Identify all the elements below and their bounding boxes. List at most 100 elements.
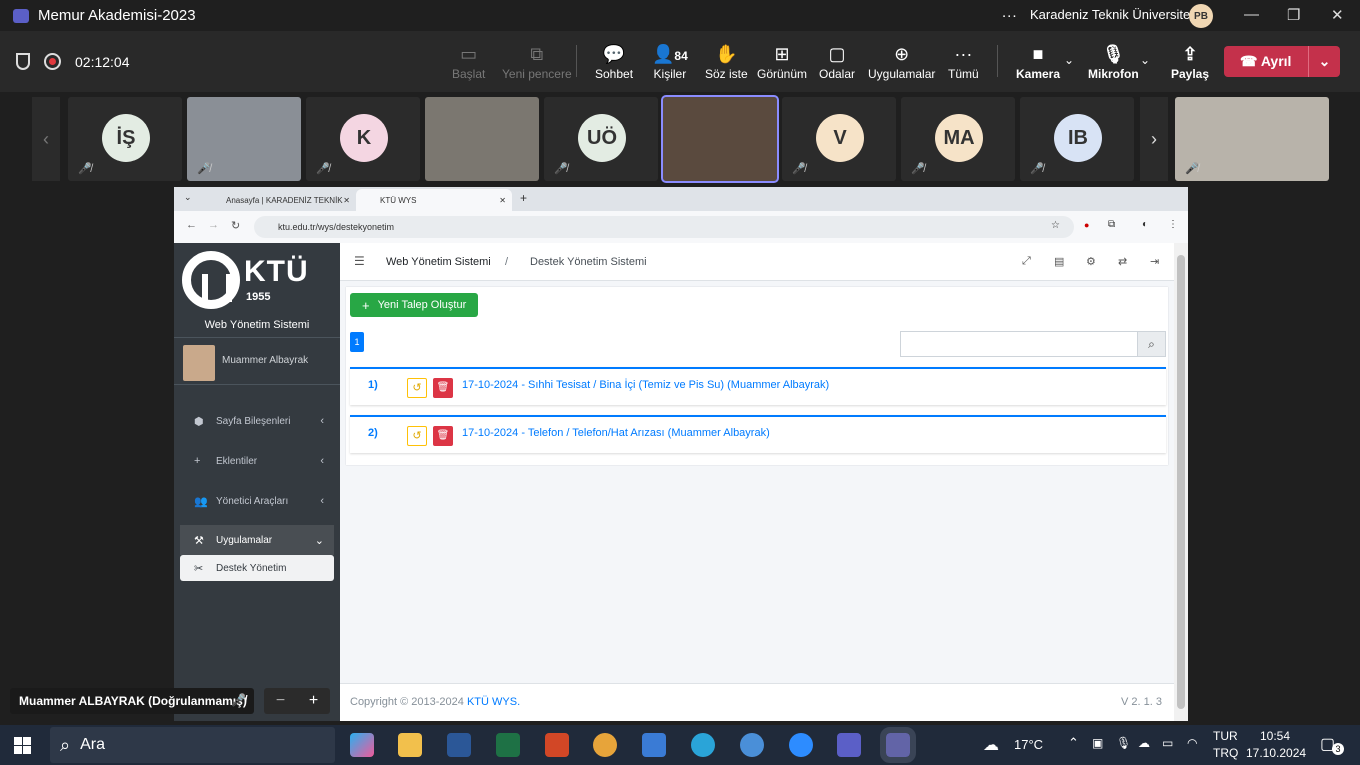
taskbar-search[interactable]: ⌕ Ara xyxy=(50,727,335,763)
more-options-button[interactable]: ... xyxy=(1002,4,1018,21)
wifi-icon[interactable]: ◠ xyxy=(1187,736,1197,750)
chrome-icon[interactable] xyxy=(593,733,617,757)
zoom-app-icon[interactable] xyxy=(789,733,813,757)
mail-icon[interactable] xyxy=(642,733,666,757)
menu-item-sayfa-bilesenleri[interactable]: ⬢ Sayfa Bileşenleri ‹ xyxy=(180,406,334,436)
panel-icon[interactable]: ▤ xyxy=(1054,255,1064,268)
raise-hand-button[interactable]: ✋ Söz iste xyxy=(705,43,748,81)
restore-button[interactable]: ❐ xyxy=(1287,6,1300,24)
camera-button[interactable]: ■ Kamera xyxy=(1016,43,1060,81)
participant-tile[interactable]: İŞ 🎤̸ xyxy=(68,97,182,181)
zoom-out-button[interactable]: − xyxy=(276,692,285,710)
menu-item-eklentiler[interactable]: + Eklentiler ‹ xyxy=(180,446,334,476)
leave-button[interactable]: ☎ Ayrıl ⌄ xyxy=(1224,46,1340,77)
file-explorer-icon[interactable] xyxy=(398,733,422,757)
powerpoint-icon[interactable] xyxy=(545,733,569,757)
extension-icon[interactable]: ● xyxy=(1084,220,1089,230)
clock-time[interactable]: 10:54 xyxy=(1260,729,1290,743)
ticket-link[interactable]: 17-10-2024 - Sıhhi Tesisat / Bina İçi (T… xyxy=(462,379,829,391)
people-button[interactable]: 👤84 Kişiler xyxy=(652,43,688,81)
input-language[interactable]: TUR xyxy=(1213,729,1238,743)
user-panel[interactable]: Muammer Albayrak xyxy=(174,337,340,385)
fullscreen-icon[interactable]: ⤢ xyxy=(1022,255,1031,268)
leave-options-chevron-icon[interactable]: ⌄ xyxy=(1308,46,1340,77)
participant-tile[interactable]: V 🎤̸ xyxy=(782,97,896,181)
mic-tray-icon[interactable]: 🎙 xyxy=(1116,736,1131,750)
teams-active-icon[interactable] xyxy=(880,727,916,763)
mic-options-chevron-icon[interactable]: ⌄ xyxy=(1140,53,1150,67)
calculator-icon[interactable] xyxy=(740,733,764,757)
weather-icon[interactable]: ☁ xyxy=(983,735,999,755)
organization-name[interactable]: Karadeniz Teknik Üniversitesi xyxy=(1030,7,1200,22)
active-speaker-video-tile[interactable] xyxy=(661,95,779,183)
profile-icon[interactable]: ◐ xyxy=(1142,219,1148,230)
ktu-logo[interactable]: KTÜ 1955 xyxy=(182,251,322,311)
copyright-link[interactable]: KTÜ WYS. xyxy=(467,696,520,708)
ticket-row[interactable]: 2) ↺ 🗑 17-10-2024 - Telefon / Telefon/Ha… xyxy=(350,415,1166,453)
reload-icon[interactable]: ↻ xyxy=(231,219,240,232)
more-actions-button[interactable]: ··· Tümü xyxy=(948,43,979,81)
strip-next-arrow-icon[interactable]: › xyxy=(1140,97,1168,181)
ticket-link[interactable]: 17-10-2024 - Telefon / Telefon/Hat Arıza… xyxy=(462,427,770,439)
participant-tile[interactable]: MA 🎤̸ xyxy=(901,97,1015,181)
input-method[interactable]: TRQ xyxy=(1213,746,1238,760)
forward-arrow-icon[interactable]: → xyxy=(208,219,219,231)
extensions-puzzle-icon[interactable]: ⧉ xyxy=(1108,219,1115,230)
edge-icon[interactable] xyxy=(691,733,715,757)
menu-item-destek-yonetim[interactable]: ✂ Destek Yönetim xyxy=(180,555,334,581)
back-arrow-icon[interactable]: ← xyxy=(186,219,197,231)
switch-icon[interactable]: ⇄ xyxy=(1118,255,1127,268)
microphone-button[interactable]: 🎙 Mikrofon xyxy=(1088,43,1139,81)
close-window-button[interactable]: ✕ xyxy=(1331,6,1344,24)
new-window-button[interactable]: ⧉ Yeni pencere xyxy=(502,43,572,81)
view-button[interactable]: ⊞ Görünüm xyxy=(757,43,807,81)
windows-start-icon[interactable] xyxy=(14,737,31,754)
address-bar[interactable]: ktu.edu.tr/wys/destekyonetim xyxy=(254,216,1074,238)
account-avatar[interactable]: PB xyxy=(1189,4,1213,28)
browser-menu-icon[interactable]: ⋮ xyxy=(1168,219,1178,230)
camera-options-chevron-icon[interactable]: ⌄ xyxy=(1064,53,1074,67)
start-button[interactable]: ▭ Başlat xyxy=(452,43,485,81)
tray-chevron-up-icon[interactable]: ⌃ xyxy=(1068,735,1079,751)
battery-icon[interactable]: ▭ xyxy=(1162,736,1173,750)
copilot-icon[interactable] xyxy=(350,733,374,757)
hamburger-menu-icon[interactable]: ☰ xyxy=(354,254,365,268)
word-icon[interactable] xyxy=(447,733,471,757)
strip-prev-arrow-icon[interactable]: ‹ xyxy=(32,97,60,181)
excel-icon[interactable] xyxy=(496,733,520,757)
participant-tile[interactable]: UÖ 🎤̸ xyxy=(544,97,658,181)
pagination-page[interactable]: 1 xyxy=(350,332,364,352)
search-icon[interactable]: ⌕ xyxy=(1137,332,1165,356)
weather-temp[interactable]: 17°C xyxy=(1014,737,1043,752)
minimize-button[interactable]: — xyxy=(1244,6,1259,23)
logout-icon[interactable]: ⇥ xyxy=(1150,255,1159,268)
bookmark-star-icon[interactable]: ☆ xyxy=(1051,220,1060,231)
participant-tile[interactable]: K 🎤̸ xyxy=(306,97,420,181)
trash-icon[interactable]: 🗑 xyxy=(433,378,453,398)
cloud-sync-icon[interactable]: ☁ xyxy=(1138,736,1150,750)
ticket-row[interactable]: 1) ↺ 🗑 17-10-2024 - Sıhhi Tesisat / Bina… xyxy=(350,367,1166,405)
undo-icon[interactable]: ↺ xyxy=(407,426,427,446)
rooms-button[interactable]: ▢ Odalar xyxy=(819,43,855,81)
breadcrumb-root[interactable]: Web Yönetim Sistemi xyxy=(386,256,491,268)
page-scrollbar[interactable] xyxy=(1174,243,1188,721)
close-tab-icon[interactable]: ✕ xyxy=(343,196,350,205)
menu-item-uygulamalar[interactable]: ⚒ Uygulamalar ⌄ xyxy=(180,525,334,555)
browser-tab-ktu-wys[interactable]: KTÜ WYS ✕ xyxy=(356,189,512,211)
new-tab-button[interactable]: + xyxy=(520,191,527,205)
participant-video-tile[interactable]: 🎤̸ xyxy=(187,97,301,181)
clock-date[interactable]: 17.10.2024 xyxy=(1246,746,1306,760)
zoom-in-button[interactable]: + xyxy=(309,692,318,710)
teams-icon[interactable] xyxy=(837,733,861,757)
tab-search-chevron-icon[interactable]: ⌄ xyxy=(184,192,192,203)
apps-button[interactable]: ⊕ Uygulamalar xyxy=(868,43,935,81)
participant-video-tile[interactable] xyxy=(425,97,539,181)
close-tab-icon[interactable]: ✕ xyxy=(499,196,506,205)
browser-tab-anasayfa[interactable]: Anasayfa | KARADENİZ TEKNİK ✕ xyxy=(202,189,354,211)
meeting-tray-icon[interactable]: ▣ xyxy=(1092,736,1103,750)
search-input[interactable]: ⌕ xyxy=(900,331,1166,357)
self-video-tile[interactable]: 🎤̸ xyxy=(1175,97,1329,181)
settings-gear-icon[interactable]: ⚙ xyxy=(1086,255,1096,268)
scrollbar-thumb[interactable] xyxy=(1177,255,1185,709)
trash-icon[interactable]: 🗑 xyxy=(433,426,453,446)
